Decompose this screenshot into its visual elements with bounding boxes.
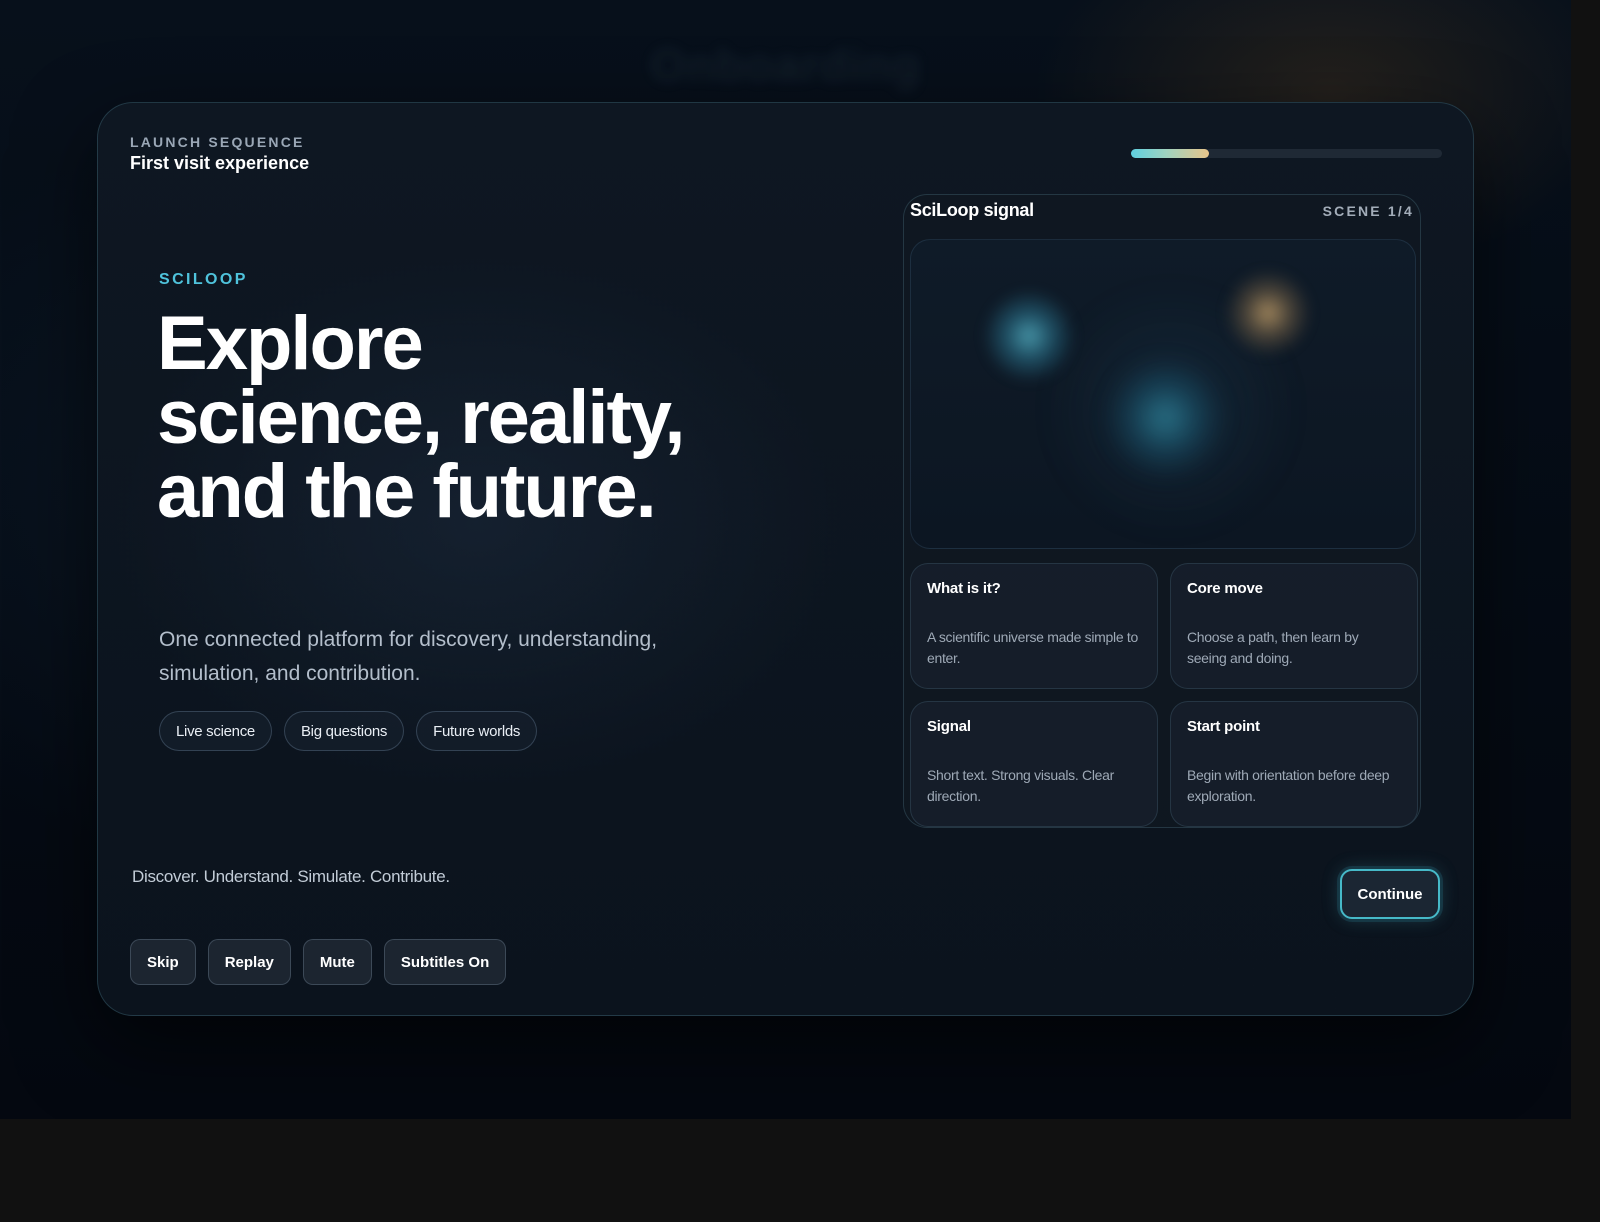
tile-body: Choose a path, then learn by seeing and …	[1187, 629, 1359, 666]
subtitles-toggle-button[interactable]: Subtitles On	[383, 939, 507, 985]
tile-signal: Signal Short text. Strong visuals. Clear…	[910, 701, 1158, 827]
hero-lede: One connected platform for discovery, un…	[159, 628, 658, 685]
onboarding-stage: Onboarding LAUNCH SEQUENCE First visit e…	[0, 0, 1571, 1119]
teal-orb	[1105, 358, 1225, 478]
chip-live-science[interactable]: Live science	[159, 711, 272, 751]
tile-body: Short text. Strong visuals. Clear direct…	[927, 767, 1114, 804]
footer-tagline: Discover. Understand. Simulate. Contribu…	[132, 867, 450, 886]
sequence-eyebrow: LAUNCH SEQUENCE	[130, 134, 305, 150]
continue-button[interactable]: Continue	[1340, 869, 1440, 919]
tile-title: Core move	[1187, 580, 1263, 597]
tile-body: A scientific universe made simple to ent…	[927, 629, 1138, 666]
cyan-orb	[983, 290, 1075, 382]
signal-panel: SciLoop signal SCENE 1/4 What is it? A s…	[903, 194, 1421, 828]
tile-start-point: Start point Begin with orientation befor…	[1170, 701, 1418, 827]
brand-label: SCILOOP	[159, 271, 248, 288]
gold-orb	[1225, 270, 1311, 356]
progress-fill	[1131, 149, 1209, 158]
mute-button[interactable]: Mute	[302, 939, 372, 985]
playback-controls: Skip Replay Mute Subtitles On	[130, 939, 507, 985]
tile-what-is-it: What is it? A scientific universe made s…	[910, 563, 1158, 689]
tile-core-move: Core move Choose a path, then learn by s…	[1170, 563, 1418, 689]
tile-body: Begin with orientation before deep explo…	[1187, 767, 1390, 804]
hero-headline: Explore science, reality, and the future…	[157, 301, 686, 534]
background-title: Onboarding	[650, 39, 921, 91]
scene-indicator: SCENE 1/4	[1322, 203, 1414, 219]
signal-visual	[910, 239, 1416, 549]
tile-title: Signal	[927, 718, 971, 735]
chip-future-worlds[interactable]: Future worlds	[416, 711, 538, 751]
progress-bar	[1131, 149, 1442, 158]
topic-chips: Live science Big questions Future worlds	[159, 711, 538, 751]
sequence-subtitle: First visit experience	[130, 153, 310, 173]
tile-title: Start point	[1187, 718, 1260, 735]
chip-big-questions[interactable]: Big questions	[283, 711, 405, 751]
onboarding-card: LAUNCH SEQUENCE First visit experience S…	[97, 102, 1474, 1016]
panel-title: SciLoop signal	[910, 200, 1034, 220]
tile-title: What is it?	[927, 580, 1001, 597]
replay-button[interactable]: Replay	[207, 939, 291, 985]
skip-button[interactable]: Skip	[130, 939, 196, 985]
